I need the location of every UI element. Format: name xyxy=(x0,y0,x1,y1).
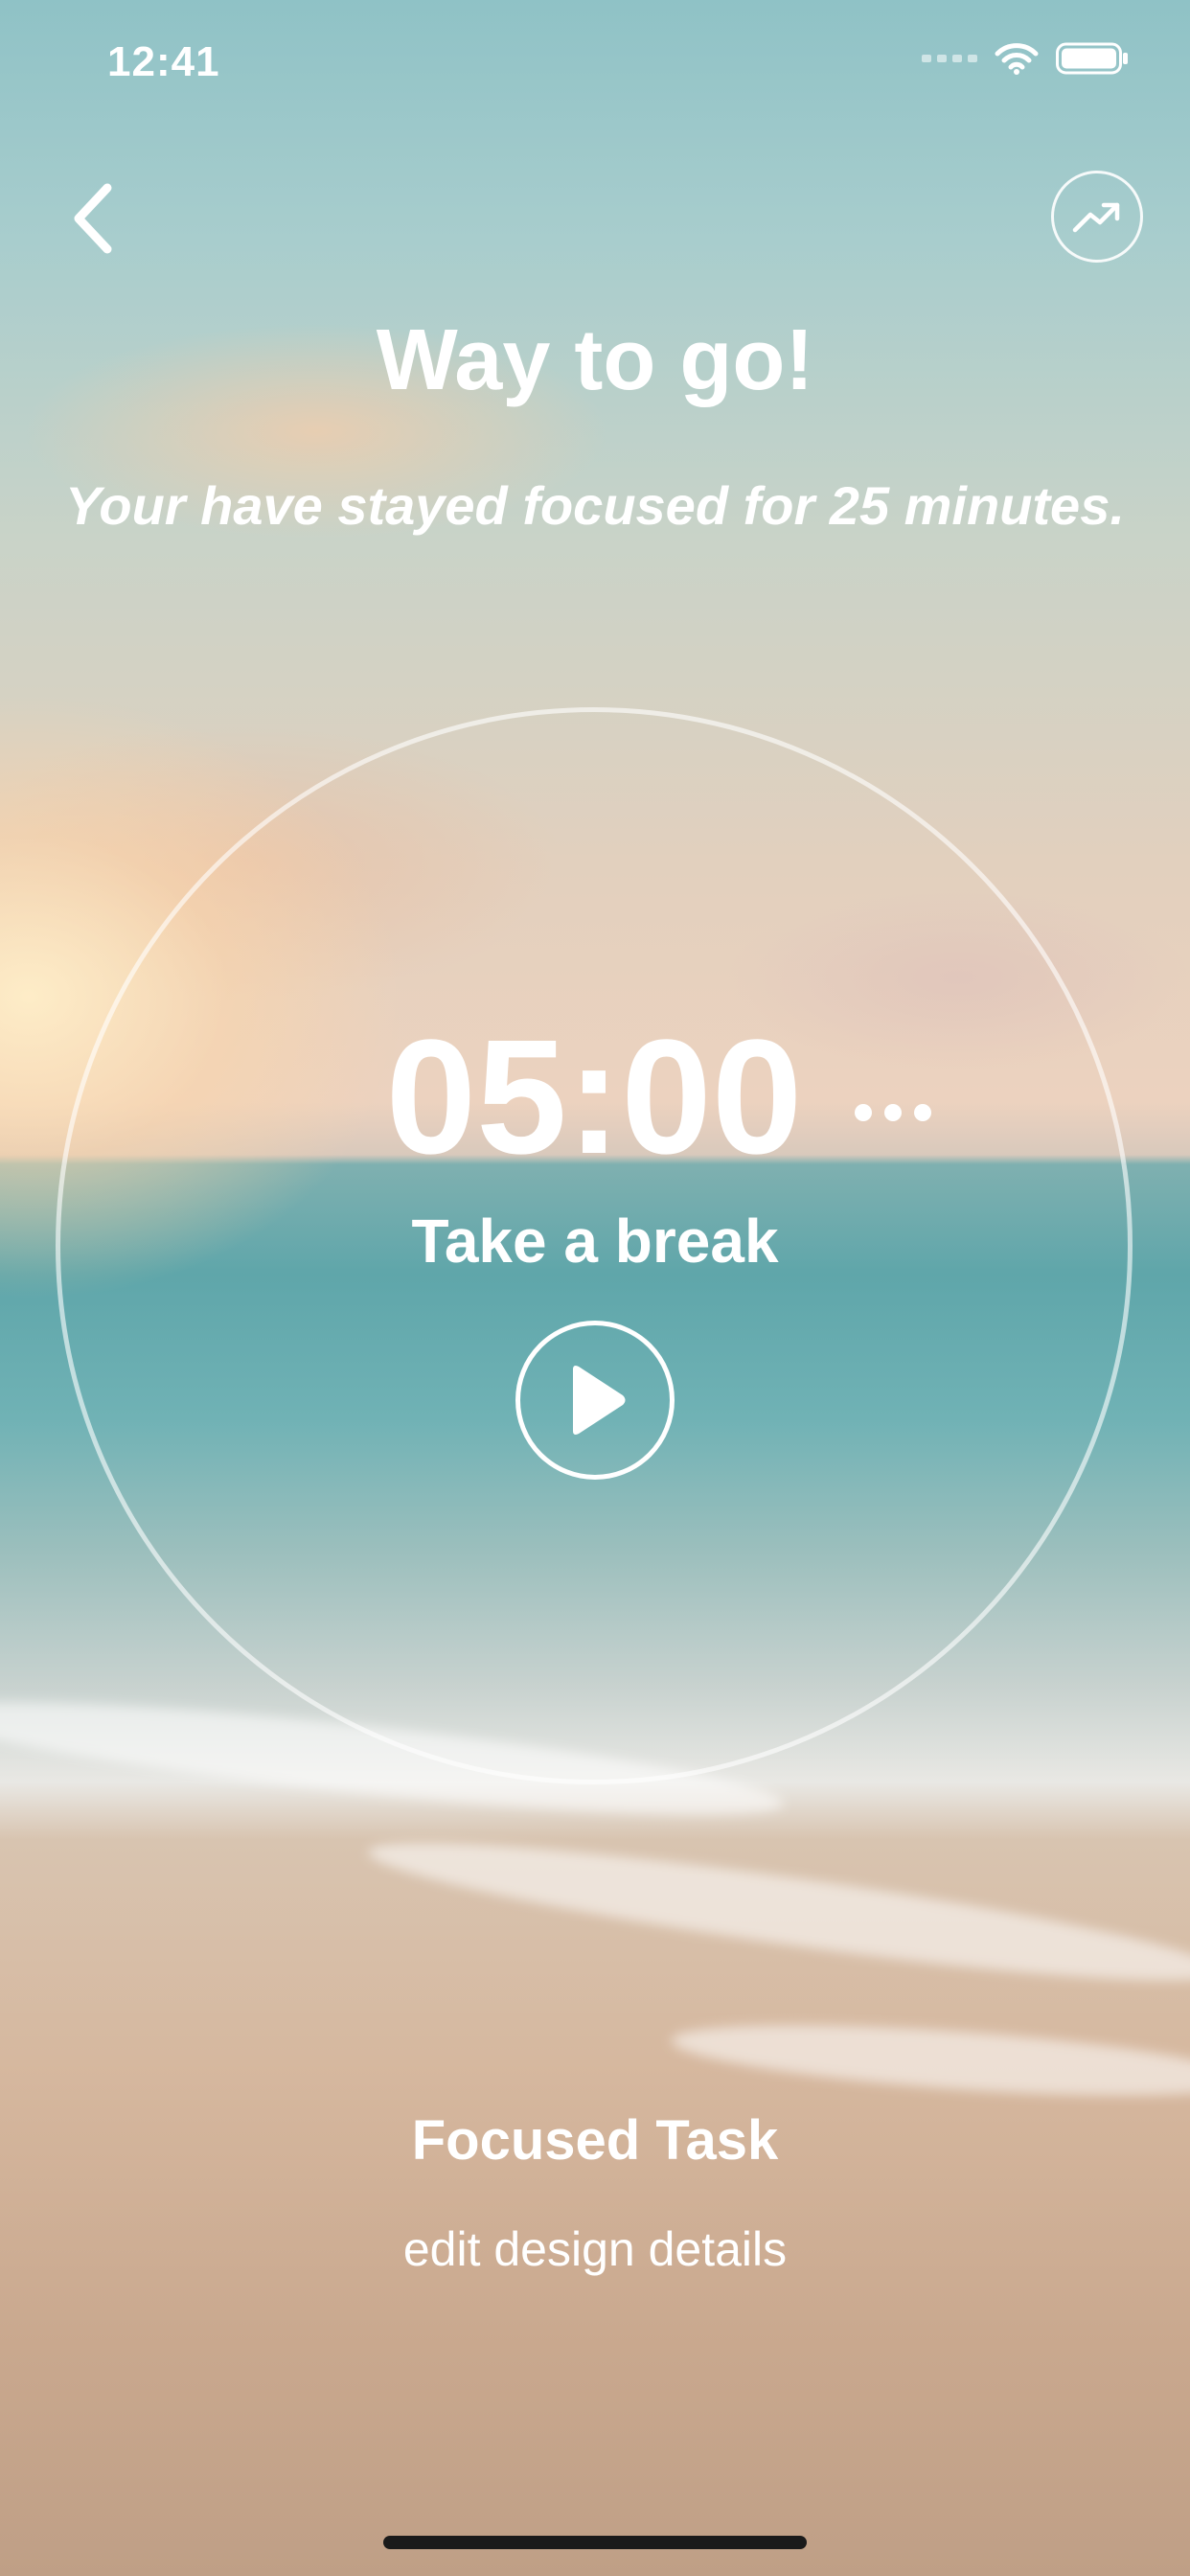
more-horizontal-icon-dot xyxy=(855,1104,872,1121)
surf-foam xyxy=(669,2012,1190,2109)
trending-up-icon xyxy=(1072,202,1120,233)
status-icons xyxy=(922,42,1129,75)
page-title: Way to go! xyxy=(376,312,814,408)
more-horizontal-icon-dot xyxy=(914,1104,931,1121)
back-button[interactable] xyxy=(59,180,126,257)
battery-icon xyxy=(1056,42,1128,75)
task-heading: Focused Task xyxy=(411,2109,779,2172)
chevron-left-icon xyxy=(74,183,112,254)
surf-foam xyxy=(363,1818,1190,2006)
more-horizontal-icon-dot xyxy=(884,1104,902,1121)
stats-button[interactable] xyxy=(1051,171,1143,263)
home-indicator[interactable] xyxy=(383,2536,807,2549)
wifi-icon xyxy=(995,43,1039,75)
signal-icon xyxy=(922,55,977,62)
more-options-button[interactable] xyxy=(855,1098,931,1127)
break-label: Take a break xyxy=(411,1207,779,1276)
status-time: 12:41 xyxy=(107,38,220,85)
focus-summary: Your have stayed focused for 25 minutes. xyxy=(65,475,1125,536)
timer-display: 05:00 xyxy=(385,1006,803,1188)
task-description[interactable]: edit design details xyxy=(0,2221,1190,2277)
break-timer-screen: 12:41 Way to go! Your have stayed focuse… xyxy=(0,0,1190,2576)
play-button[interactable] xyxy=(515,1321,675,1480)
play-icon xyxy=(573,1366,626,1435)
